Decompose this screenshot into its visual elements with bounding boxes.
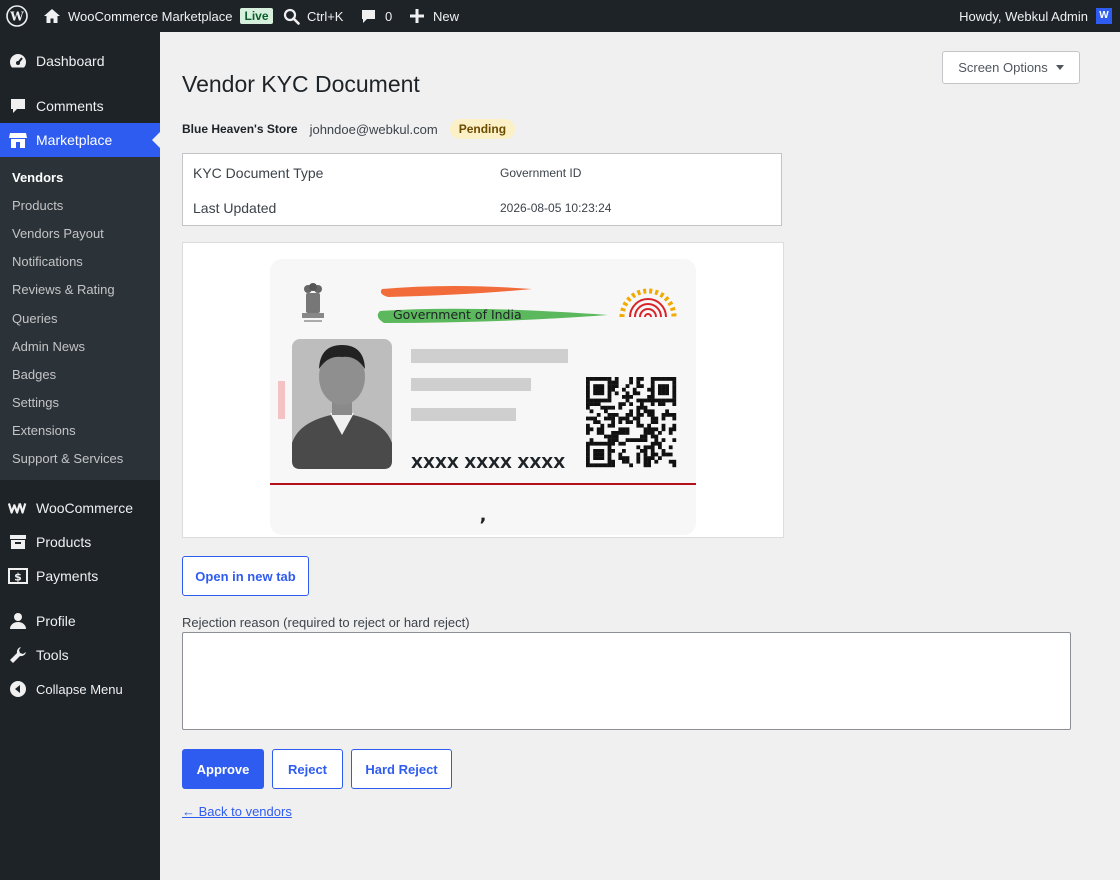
menu-label-woocommerce: WooCommerce [36,500,133,516]
menu-item-payments[interactable]: $ Payments [0,559,160,593]
kyc-info-table: KYC Document Type Government ID Last Upd… [182,153,782,226]
howdy-text: Howdy, Webkul Admin [959,8,1088,24]
collapse-arrow-icon [8,679,28,699]
card-header-text: Government of India [393,307,522,322]
kyc-document-image: Government of India XXXX XXXX XXXX , [270,259,696,535]
menu-item-comments[interactable]: Comments [0,89,160,123]
dollar-bill-icon: $ [8,566,28,586]
new-content-link[interactable]: New [409,0,459,32]
submenu-item-settings[interactable]: Settings [12,395,59,410]
comment-bubble-icon [362,9,375,23]
table-row: Last Updated 2026-08-05 10:23:24 [183,190,783,224]
comments-count: 0 [385,8,393,24]
submenu-item-reviews-rating[interactable]: Reviews & Rating [12,282,115,297]
submenu-item-notifications[interactable]: Notifications [12,254,83,269]
store-email: johndoe@webkul.com [309,121,438,137]
comments-link[interactable]: 0 [360,0,392,32]
submenu-item-admin-news[interactable]: Admin News [12,339,85,354]
collapse-menu-button[interactable]: Collapse Menu [0,672,160,706]
rejection-reason-label: Rejection reason (required to reject or … [182,615,470,630]
card-footer-mark: , [480,505,487,526]
submenu-item-vendors[interactable]: Vendors [12,170,63,185]
account-menu[interactable]: Howdy, Webkul Admin W [959,0,1112,32]
id-number-text: XXXX XXXX XXXX [411,454,565,472]
archive-box-icon [8,532,28,552]
menu-item-products[interactable]: Products [0,525,160,559]
menu-label-comments: Comments [36,98,104,114]
vendor-summary: Blue Heaven's Store johndoe@webkul.com P… [182,118,516,140]
approve-button[interactable]: Approve [182,749,264,789]
row-label-document-type: KYC Document Type [193,165,324,181]
national-emblem-icon [302,283,324,322]
open-in-new-tab-button[interactable]: Open in new tab [182,556,309,596]
admin-sidebar: Dashboard Comments Marketplace Vendors P… [0,32,160,880]
id-card-illustration: Government of India XXXX XXXX XXXX , [270,283,696,526]
row-label-last-updated: Last Updated [193,200,277,216]
live-badge: Live [240,8,273,24]
back-to-vendors-link[interactable]: ← Back to vendors [182,804,292,819]
store-icon [8,130,28,150]
screen-options-label: Screen Options [958,60,1048,75]
home-icon [44,9,60,23]
document-preview-panel: Government of India XXXX XXXX XXXX , [182,242,784,538]
menu-label-dashboard: Dashboard [36,53,105,69]
menu-item-tools[interactable]: Tools [0,638,160,672]
submenu-item-queries[interactable]: Queries [12,311,58,326]
status-badge: Pending [449,119,516,139]
new-label: New [433,8,460,24]
search-shortcut: Ctrl+K [307,8,344,24]
submenu-item-badges[interactable]: Badges [12,367,56,382]
row-value-last-updated: 2026-08-05 10:23:24 [500,201,612,215]
svg-text:W: W [9,10,24,24]
menu-label-tools: Tools [36,647,69,663]
menu-label-payments: Payments [36,568,99,584]
table-row: KYC Document Type Government ID [183,155,783,189]
submenu-item-support-services[interactable]: Support & Services [12,451,123,466]
menu-label-products: Products [36,534,92,550]
profile-photo-placeholder [292,339,392,469]
submenu-item-vendors-payout[interactable]: Vendors Payout [12,226,104,241]
site-name: WooCommerce Marketplace [68,8,233,24]
menu-label-profile: Profile [36,613,76,629]
wordpress-logo-icon[interactable]: W [6,0,28,32]
menu-item-marketplace[interactable]: Marketplace [0,123,160,157]
row-value-document-type: Government ID [500,166,582,180]
user-icon [8,611,28,631]
woocommerce-icon [8,498,28,518]
reject-button[interactable]: Reject [272,749,343,789]
site-home-link[interactable]: WooCommerce Marketplace Live [43,0,273,32]
screen-options-button[interactable]: Screen Options [942,51,1080,84]
svg-text:$: $ [14,571,22,584]
dashboard-gauge-icon [8,51,28,71]
avatar: W [1096,8,1112,24]
menu-item-dashboard[interactable]: Dashboard [0,44,160,78]
menu-item-woocommerce[interactable]: WooCommerce [0,491,160,525]
comment-bubble-icon [8,96,28,116]
marketplace-submenu: Vendors Products Vendors Payout Notifica… [0,157,160,480]
submenu-item-products[interactable]: Products [12,198,63,213]
rejection-reason-input[interactable] [182,632,1071,730]
wrench-icon [8,645,28,665]
search-icon [283,8,300,25]
page-title: Vendor KYC Document [182,71,420,97]
plus-icon [410,9,424,23]
menu-label-marketplace: Marketplace [36,132,113,148]
submenu-item-extensions[interactable]: Extensions [12,423,76,438]
aadhaar-logo-icon [619,288,677,318]
qr-code-icon [586,377,677,468]
admin-bar: W WooCommerce Marketplace Live Ctrl+K 0 … [0,0,1120,32]
collapse-menu-label: Collapse Menu [36,681,123,697]
command-search[interactable]: Ctrl+K [283,0,343,32]
caret-down-icon [1055,65,1064,70]
store-name: Blue Heaven's Store [182,122,298,136]
menu-item-profile[interactable]: Profile [0,604,160,638]
hard-reject-button[interactable]: Hard Reject [351,749,452,789]
